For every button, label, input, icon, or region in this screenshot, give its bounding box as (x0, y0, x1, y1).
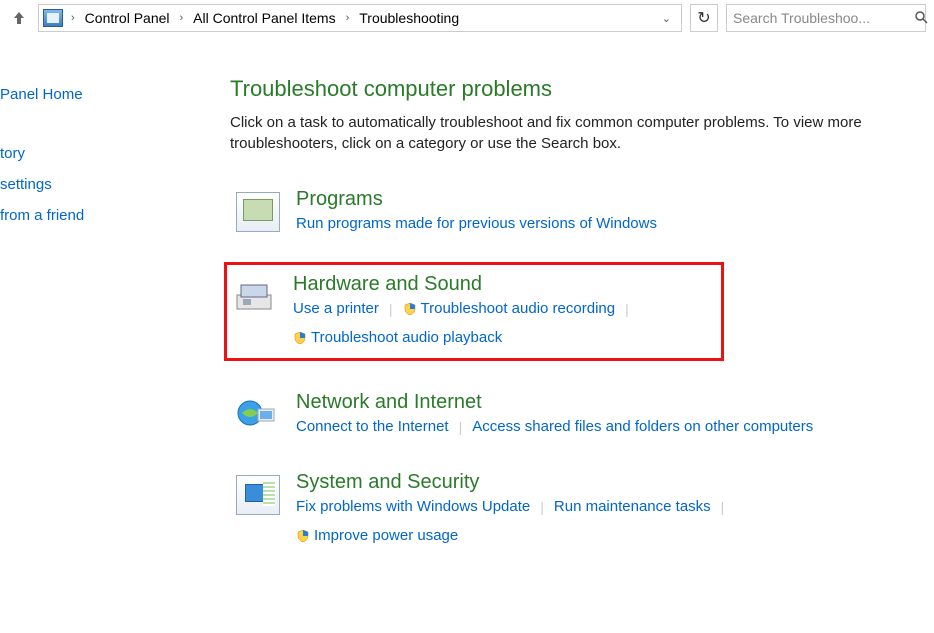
chevron-right-icon[interactable]: › (340, 12, 356, 24)
shield-icon (403, 302, 417, 316)
task-audio-playback-label: Troubleshoot audio playback (311, 329, 502, 346)
category-title-hardware[interactable]: Hardware and Sound (293, 273, 482, 296)
task-maintenance[interactable]: Run maintenance tasks (554, 498, 711, 515)
refresh-button[interactable]: ↻ (690, 4, 718, 32)
sidebar-history-link[interactable]: tory (0, 145, 110, 162)
search-icon[interactable] (914, 10, 928, 27)
breadcrumb-item-mid[interactable]: All Control Panel Items (189, 10, 339, 26)
sidebar-friend-link[interactable]: from a friend (0, 207, 110, 224)
separator: | (379, 301, 403, 317)
chevron-right-icon[interactable]: › (65, 12, 81, 24)
control-panel-icon (43, 9, 63, 27)
task-audio-playback[interactable]: Troubleshoot audio playback (293, 329, 502, 346)
category-network: Network and Internet Connect to the Inte… (230, 385, 934, 441)
task-audio-recording[interactable]: Troubleshoot audio recording (403, 300, 616, 317)
task-shared-files[interactable]: Access shared files and folders on other… (472, 418, 813, 435)
sidebar-home-link[interactable]: Panel Home (0, 86, 110, 103)
category-title-programs[interactable]: Programs (296, 188, 383, 211)
breadcrumb[interactable]: › Control Panel › All Control Panel Item… (38, 4, 682, 32)
category-hardware: Hardware and Sound Use a printer | Troub… (224, 262, 724, 361)
category-system: System and Security Fix problems with Wi… (230, 465, 934, 550)
chevron-right-icon[interactable]: › (174, 12, 190, 24)
task-audio-recording-label: Troubleshoot audio recording (421, 300, 616, 317)
category-programs: Programs Run programs made for previous … (230, 182, 934, 238)
system-icon (236, 475, 280, 515)
programs-icon (236, 192, 280, 232)
task-use-printer[interactable]: Use a printer (293, 300, 379, 317)
task-windows-update[interactable]: Fix problems with Windows Update (296, 498, 530, 515)
main-content: Troubleshoot computer problems Click on … (110, 66, 934, 574)
breadcrumb-dropdown-icon[interactable]: ⌄ (656, 12, 677, 25)
search-input[interactable] (733, 10, 914, 26)
task-power-usage-label: Improve power usage (314, 527, 458, 544)
sidebar: Panel Home tory settings from a friend (0, 66, 110, 574)
breadcrumb-item-current[interactable]: Troubleshooting (355, 10, 463, 26)
shield-icon (293, 331, 307, 345)
page-title: Troubleshoot computer problems (230, 76, 934, 102)
category-title-network[interactable]: Network and Internet (296, 391, 482, 414)
task-run-old-programs[interactable]: Run programs made for previous versions … (296, 215, 657, 232)
separator: | (530, 499, 554, 515)
separator: | (615, 301, 639, 317)
shield-icon (296, 529, 310, 543)
task-power-usage[interactable]: Improve power usage (296, 527, 458, 544)
search-box[interactable] (726, 4, 926, 32)
breadcrumb-item-root[interactable]: Control Panel (81, 10, 174, 26)
nav-up-button[interactable] (8, 7, 30, 29)
hardware-icon (233, 277, 277, 317)
task-connect-internet[interactable]: Connect to the Internet (296, 418, 449, 435)
page-intro: Click on a task to automatically trouble… (230, 112, 934, 154)
address-bar: › Control Panel › All Control Panel Item… (0, 0, 934, 36)
sidebar-settings-link[interactable]: settings (0, 176, 110, 193)
separator: | (449, 419, 473, 435)
category-title-system[interactable]: System and Security (296, 471, 479, 494)
network-icon (236, 395, 280, 435)
separator: | (711, 499, 735, 515)
